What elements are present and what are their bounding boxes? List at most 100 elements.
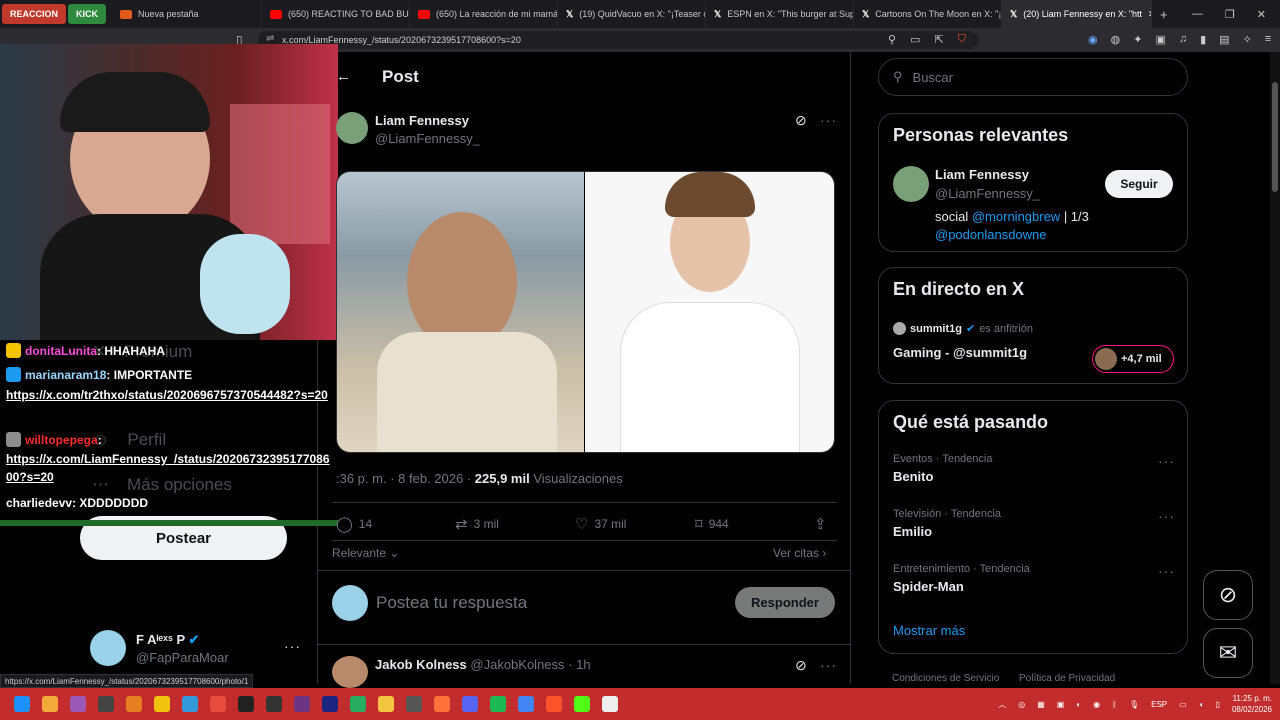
brave-icon[interactable] bbox=[546, 696, 562, 712]
menu-icon[interactable]: ≡ bbox=[1265, 33, 1271, 46]
post-time[interactable]: :36 p. m. · 8 feb. 2026 · bbox=[336, 471, 471, 486]
chat-link[interactable]: https://x.com/tr2thxo/status/20206967573… bbox=[6, 386, 336, 404]
footer-privacy-link[interactable]: Política de Privacidad bbox=[1019, 673, 1115, 684]
grok-icon[interactable]: ⊘ bbox=[795, 112, 807, 129]
zoom-icon[interactable]: ⚲ bbox=[888, 33, 896, 46]
audio-icon[interactable]: ◉ bbox=[1088, 33, 1098, 46]
bluetooth-icon[interactable]: ᛒ bbox=[1112, 700, 1117, 709]
folder-icon[interactable] bbox=[378, 696, 394, 712]
reply-action[interactable]: ◯ 14 bbox=[336, 515, 372, 533]
browser-tab[interactable]: 𝕏 (19) QuidVacuo en X: "¡Teaser de bbox=[558, 0, 707, 28]
person-name[interactable]: Liam Fennessy bbox=[935, 167, 1029, 182]
tab-group-kick[interactable]: KICK bbox=[68, 4, 107, 24]
grok-icon[interactable]: ⊘ bbox=[795, 657, 807, 674]
app-icon[interactable] bbox=[98, 696, 114, 712]
reply-author-avatar[interactable] bbox=[332, 656, 368, 688]
messages-fab[interactable]: ✉ bbox=[1203, 628, 1253, 678]
person-handle[interactable]: @LiamFennessy_ bbox=[935, 186, 1040, 201]
app-icon[interactable] bbox=[126, 696, 142, 712]
browser-tab[interactable]: Nueva pestaña bbox=[112, 0, 263, 28]
puzzle-icon[interactable]: ✦ bbox=[1133, 33, 1142, 46]
network-icon[interactable]: ▭ bbox=[1179, 700, 1187, 709]
tray-chevron-icon[interactable]: ︿ bbox=[998, 699, 1006, 710]
tray-app-icon[interactable]: ▦ bbox=[1037, 700, 1045, 709]
account-menu-icon[interactable]: ··· bbox=[284, 638, 301, 654]
person-avatar[interactable] bbox=[893, 166, 929, 202]
browser-tab[interactable]: 𝕏 ESPN en X: "This burger at Super bbox=[706, 0, 855, 28]
browser-tab[interactable]: (650) REACTING TO BAD BUNNY bbox=[262, 0, 411, 28]
tab-group-reaccion[interactable]: REACCION bbox=[2, 4, 67, 24]
wallet2-icon[interactable]: ▤ bbox=[1219, 33, 1229, 46]
new-tab-button[interactable]: + bbox=[1152, 7, 1176, 22]
start-icon[interactable] bbox=[14, 696, 30, 712]
search-input[interactable]: ⚲ Buscar bbox=[878, 58, 1188, 96]
language-indicator[interactable]: ESP bbox=[1151, 700, 1167, 709]
post-more-icon[interactable]: ··· bbox=[820, 112, 837, 128]
photoshop-icon[interactable] bbox=[322, 696, 338, 712]
author-name[interactable]: Liam Fennessy bbox=[375, 113, 469, 128]
url-bar[interactable]: ⇌ x.com/LiamFennessy_/status/20206732395… bbox=[258, 31, 978, 49]
trend-item[interactable]: Eventos · Tendencia Benito ··· bbox=[893, 453, 1175, 484]
reply-input[interactable]: Postea tu respuesta bbox=[376, 593, 527, 613]
xbox-icon[interactable] bbox=[350, 696, 366, 712]
volume-icon[interactable]: ◖ bbox=[1199, 700, 1204, 709]
bio-link[interactable]: @morningbrew bbox=[972, 209, 1060, 224]
author-avatar[interactable] bbox=[336, 112, 368, 144]
discord-icon[interactable] bbox=[462, 696, 478, 712]
close-window-icon[interactable]: ✕ bbox=[1257, 8, 1266, 21]
steam-icon[interactable]: ◉ bbox=[1093, 700, 1100, 709]
share-action[interactable]: ⇪ bbox=[814, 515, 827, 533]
browser-tab-active[interactable]: 𝕏(20) Liam Fennessy en X: "htt✕ bbox=[1002, 0, 1153, 28]
scrollbar-thumb[interactable] bbox=[1272, 82, 1278, 192]
view-quotes-link[interactable]: Ver citas › bbox=[773, 546, 826, 560]
bookmark-action[interactable]: ⌑ 944 bbox=[695, 515, 729, 533]
account-switcher[interactable]: F Aˡᵉˣˢ P ✔ @FapParaMoar ··· bbox=[90, 630, 310, 670]
app-icon[interactable] bbox=[294, 696, 310, 712]
tray-app-icon[interactable]: ◐ bbox=[1076, 700, 1081, 709]
media-photo-left[interactable] bbox=[337, 172, 584, 452]
trend-more-icon[interactable]: ··· bbox=[1158, 563, 1175, 579]
cast-icon[interactable]: ▭ bbox=[910, 33, 920, 46]
app-icon[interactable] bbox=[70, 696, 86, 712]
trend-more-icon[interactable]: ··· bbox=[1158, 508, 1175, 524]
tray-app-icon[interactable]: ▣ bbox=[1057, 700, 1065, 709]
kick-icon[interactable] bbox=[574, 696, 590, 712]
sort-dropdown[interactable]: Relevante ⌄ bbox=[332, 546, 399, 560]
app-icon[interactable] bbox=[602, 696, 618, 712]
mic-icon[interactable]: 🎙 bbox=[1129, 700, 1139, 709]
follow-button[interactable]: Seguir bbox=[1105, 170, 1173, 198]
reply-author[interactable]: Jakob Kolness @JakobKolness · 1h bbox=[375, 657, 591, 672]
app-icon[interactable] bbox=[266, 696, 282, 712]
wallet-icon[interactable]: ▣ bbox=[1155, 33, 1165, 46]
media-photo-right[interactable] bbox=[585, 172, 834, 452]
tray-app-icon[interactable]: ◎ bbox=[1018, 700, 1025, 709]
app-icon[interactable] bbox=[154, 696, 170, 712]
app-icon[interactable] bbox=[406, 696, 422, 712]
brave-shield-icon[interactable]: ⛉ bbox=[958, 33, 966, 46]
trend-item[interactable]: Televisión · Tendencia Emilio ··· bbox=[893, 508, 1175, 539]
back-arrow-icon[interactable]: ← bbox=[336, 68, 351, 85]
browser-tab[interactable]: (650) La reacción de mi mamá al bbox=[410, 0, 559, 28]
leo-icon[interactable]: ✧ bbox=[1243, 33, 1252, 46]
space-title[interactable]: Gaming - @summit1g bbox=[893, 345, 1027, 360]
firefox-icon[interactable] bbox=[434, 696, 450, 712]
reply-more-icon[interactable]: ··· bbox=[820, 657, 837, 673]
like-action[interactable]: ♡ 37 mil bbox=[575, 515, 626, 533]
site-info-icon[interactable]: ⇌ bbox=[266, 33, 274, 44]
app-icon[interactable] bbox=[238, 696, 254, 712]
spotify-icon[interactable] bbox=[490, 696, 506, 712]
listeners-pill[interactable]: +4,7 mil bbox=[1092, 345, 1174, 373]
reply-button[interactable]: Responder bbox=[735, 587, 835, 618]
author-handle[interactable]: @LiamFennessy_ bbox=[375, 131, 480, 146]
battery-icon[interactable]: ▯ bbox=[1216, 700, 1220, 709]
layers-app-icon[interactable] bbox=[42, 696, 58, 712]
live-host[interactable]: summit1g ✔ es anfitrión bbox=[893, 322, 1033, 335]
scrollbar[interactable] bbox=[1270, 52, 1280, 684]
minimize-icon[interactable]: — bbox=[1192, 8, 1203, 20]
sidebar-icon[interactable]: ▮ bbox=[1200, 33, 1206, 46]
app-icon[interactable] bbox=[182, 696, 198, 712]
trend-more-icon[interactable]: ··· bbox=[1158, 453, 1175, 469]
app-icon[interactable] bbox=[210, 696, 226, 712]
chat-link[interactable]: https://x.com/LiamFennessy_/status/20206… bbox=[6, 450, 336, 486]
share-icon[interactable]: ⇱ bbox=[934, 33, 943, 46]
